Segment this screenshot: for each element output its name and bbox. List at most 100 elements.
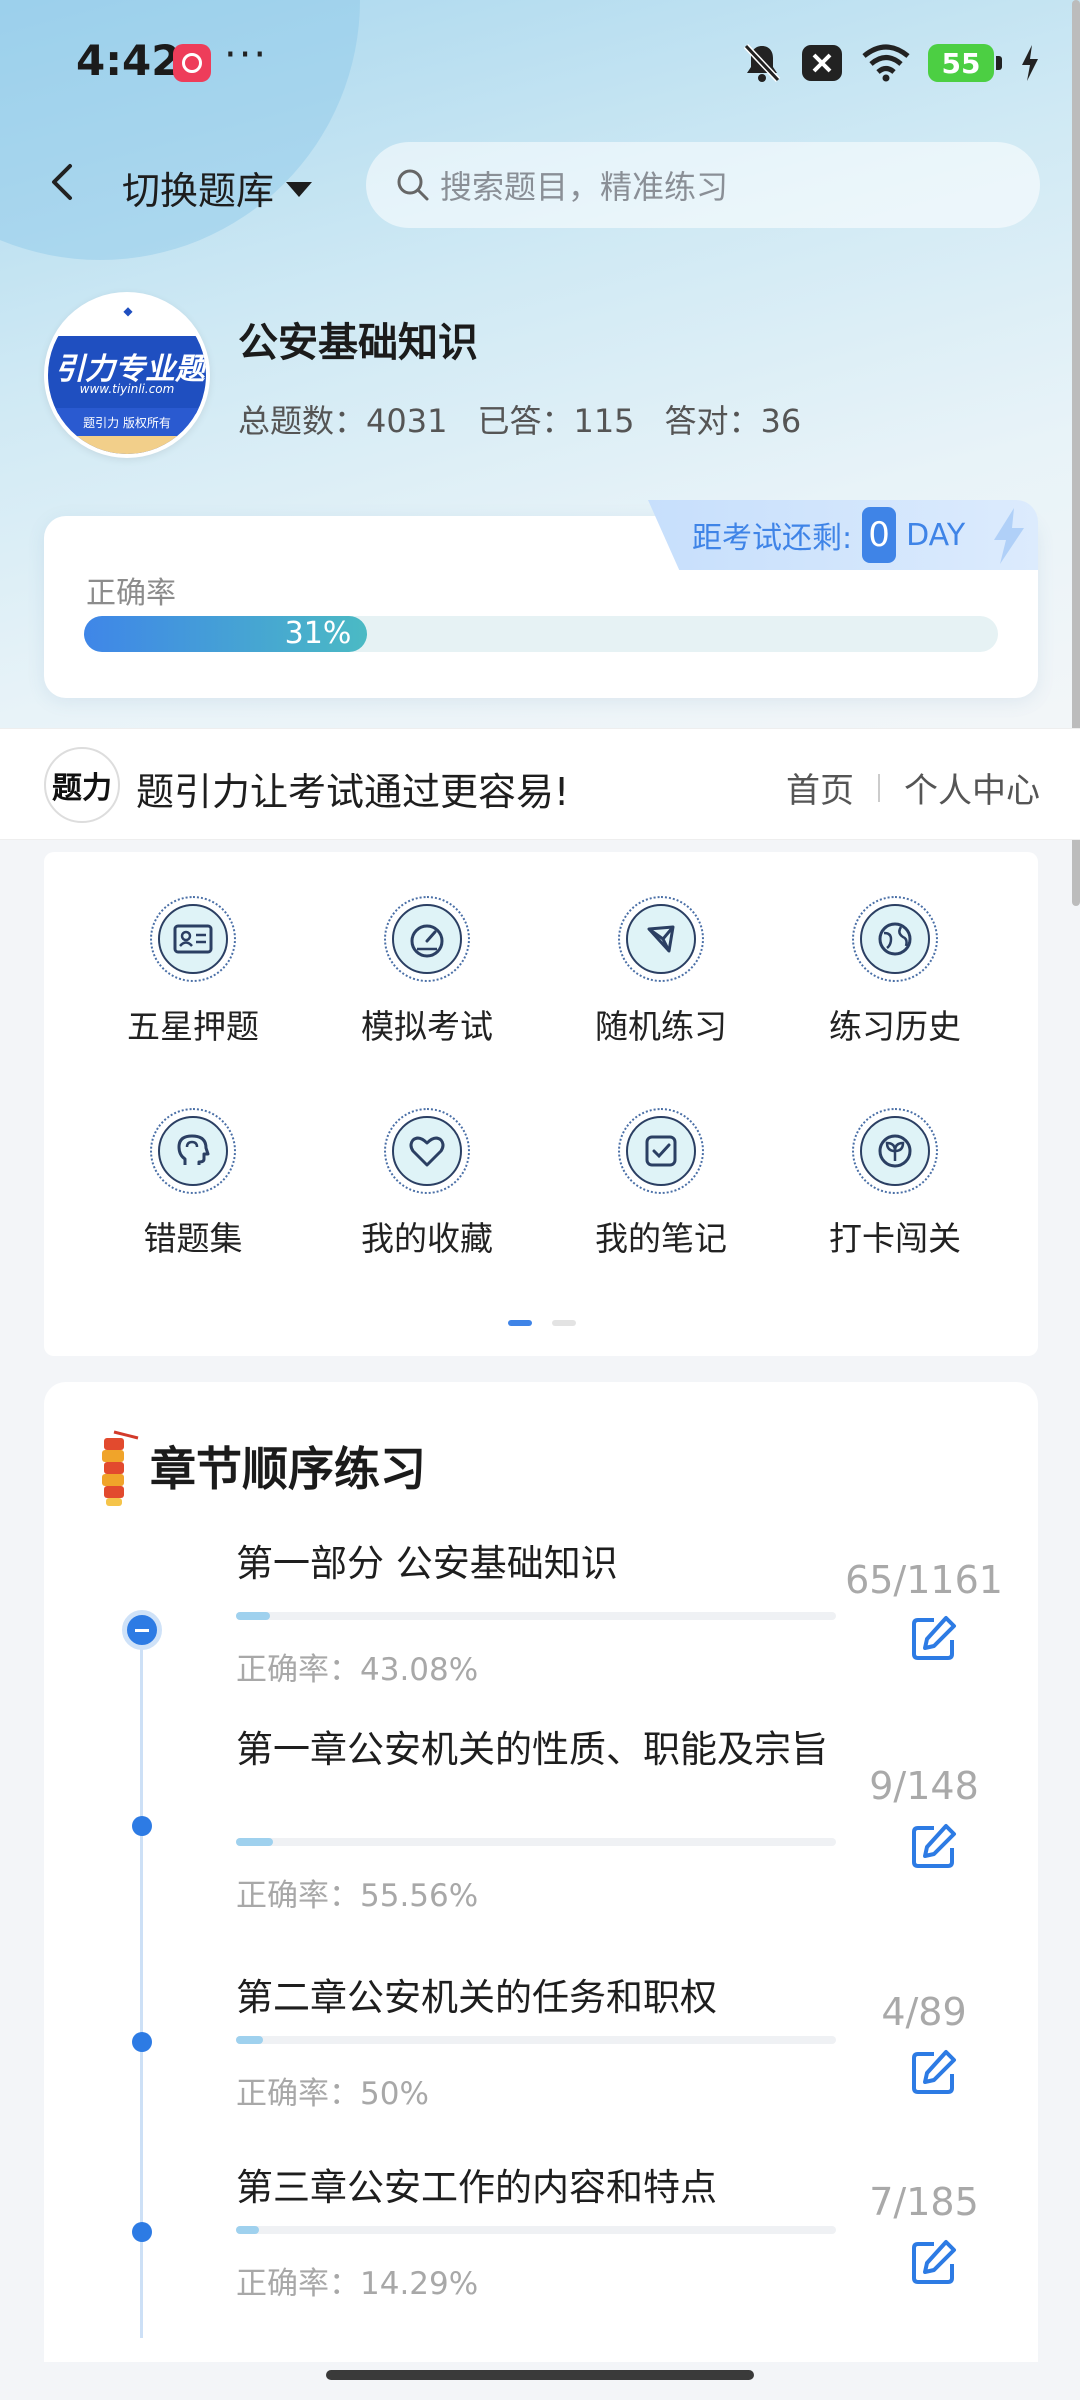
menu-item-history[interactable]: 练习历史 <box>778 896 1012 1046</box>
chapter-accuracy: 正确率：43.08% <box>236 1652 479 1688</box>
feature-grid: 五星押题 模拟考试 随机练习 练习历史 错题集 我的收藏 我的笔记 打卡闯关 <box>44 852 1038 1356</box>
chapter-accuracy: 正确率：14.29% <box>236 2266 479 2302</box>
chapter-progress-bar <box>236 1838 836 1846</box>
menu-item-label: 练习历史 <box>829 1007 961 1046</box>
chapter-count: 9/148 <box>869 1764 979 1808</box>
edit-icon[interactable] <box>908 2236 960 2288</box>
page-dot <box>552 1320 576 1326</box>
chapter-progress-bar <box>236 1612 836 1620</box>
wifi-icon <box>862 44 910 82</box>
switch-bank-button[interactable]: 切换题库 <box>122 160 313 215</box>
slogan-bar: 题力 题引力让考试通过更容易! 首页 个人中心 <box>0 728 1080 840</box>
battery-icon: 55 <box>928 44 1002 82</box>
app-notification-icon <box>173 44 211 82</box>
page-dot-active <box>508 1320 532 1326</box>
page-indicator <box>508 1320 576 1326</box>
slogan-text: 题引力让考试通过更容易! <box>136 770 570 814</box>
menu-item-five-star[interactable]: 五星押题 <box>76 896 310 1046</box>
sprout-icon <box>878 1134 912 1168</box>
chapter-name: 第二章公安机关的任务和职权 <box>236 1976 717 2019</box>
chapter-progress-fill <box>236 1838 273 1846</box>
menu-item-check-in[interactable]: 打卡闯关 <box>778 1108 1012 1258</box>
chapter-section-title: 章节顺序练习 <box>150 1442 426 1496</box>
collapse-icon[interactable] <box>122 1610 162 1650</box>
edit-icon[interactable] <box>908 1820 960 1872</box>
close-box-icon <box>802 45 842 81</box>
status-icons: 55 <box>742 38 1040 88</box>
menu-item-label: 我的笔记 <box>595 1219 727 1258</box>
correct-count: 答对：36 <box>664 402 802 440</box>
nav-divider <box>878 773 880 802</box>
countdown-days: 0 <box>862 507 897 563</box>
checklist-icon <box>645 1135 677 1167</box>
switch-bank-label: 切换题库 <box>122 169 275 213</box>
menu-item-label: 随机练习 <box>595 1007 727 1046</box>
chapter-progress-bar <box>236 2036 836 2044</box>
chapter-progress-fill <box>236 1612 270 1620</box>
nav-profile-link[interactable]: 个人中心 <box>904 763 1040 812</box>
menu-item-label: 模拟考试 <box>361 1007 493 1046</box>
menu-item-label: 我的收藏 <box>361 1219 493 1258</box>
charging-icon <box>1022 45 1038 81</box>
id-card-icon <box>173 924 213 954</box>
menu-item-label: 五星押题 <box>127 1007 259 1046</box>
answered-count: 已答：115 <box>477 402 635 440</box>
status-bar: 4:42 ··· 55 <box>0 0 1080 125</box>
countdown-label: 距考试还剩: <box>692 521 853 556</box>
chapter-progress-fill <box>236 2226 259 2234</box>
bank-stats: 总题数：4031 已答：115 答对：36 <box>238 396 801 442</box>
edit-icon[interactable] <box>908 1612 960 1664</box>
accuracy-progress-bar: 31% <box>84 616 998 652</box>
accuracy-card: 距考试还剩: 0 DAY 正确率 31% <box>44 500 1038 698</box>
menu-item-random-practice[interactable]: 随机练习 <box>544 896 778 1046</box>
menu-item-label: 打卡闯关 <box>829 1219 961 1258</box>
brand-logo-text: 题力 <box>52 771 112 806</box>
search-placeholder: 搜索题目，精准练习 <box>440 168 729 206</box>
firecracker-icon <box>102 1430 139 1506</box>
timeline-dot <box>132 2032 152 2052</box>
timeline-dot <box>132 2222 152 2242</box>
chapter-count: 7/185 <box>869 2180 979 2224</box>
menu-item-label: 错题集 <box>143 1219 243 1258</box>
accuracy-label: 正确率 <box>86 576 176 611</box>
menu-item-notes[interactable]: 我的笔记 <box>544 1108 778 1258</box>
menu-item-mock-exam[interactable]: 模拟考试 <box>310 896 544 1046</box>
chapter-name: 第三章公安工作的内容和特点 <box>236 2166 717 2209</box>
chapter-progress-bar <box>236 2226 836 2234</box>
chapter-count: 4/89 <box>881 1990 967 2034</box>
question-bank-logo: ◆ 引力专业题 www.tiyinli.com 题引力 版权所有 <box>44 292 210 458</box>
exam-countdown: 距考试还剩: 0 DAY <box>648 500 1038 570</box>
chapter-accuracy: 正确率：50% <box>236 2076 429 2112</box>
home-indicator[interactable] <box>326 2370 754 2380</box>
chapter-count: 65/1161 <box>845 1558 1003 1602</box>
top-nav: 首页 个人中心 <box>786 763 1040 812</box>
chapter-accuracy: 正确率：55.56% <box>236 1878 479 1914</box>
battery-level: 55 <box>928 44 994 82</box>
total-count: 总题数：4031 <box>238 402 448 440</box>
bell-off-icon <box>743 43 781 83</box>
countdown-unit: DAY <box>906 517 966 553</box>
bank-title: 公安基础知识 <box>238 320 478 366</box>
timeline-dot <box>132 1816 152 1836</box>
globe-icon <box>878 922 912 956</box>
accuracy-progress-fill: 31% <box>84 616 368 652</box>
logo-mark: ◆ <box>123 304 133 318</box>
chapter-practice-card: 章节顺序练习 第一部分 公安基础知识 正确率：43.08% 65/1161 第一… <box>44 1382 1038 2362</box>
search-input[interactable]: 搜索题目，精准练习 <box>366 142 1040 228</box>
search-icon <box>397 169 429 201</box>
chapter-progress-fill <box>236 2036 263 2044</box>
speedometer-icon <box>410 924 444 958</box>
accuracy-percent: 31% <box>284 616 352 651</box>
logo-url: www.tiyinli.com <box>79 382 175 396</box>
logo-copyright: 题引力 版权所有 <box>83 416 171 430</box>
nav-home-link[interactable]: 首页 <box>786 763 854 812</box>
more-notifications-icon: ··· <box>224 32 269 78</box>
chapter-name: 第一部分 公安基础知识 <box>236 1542 618 1585</box>
brand-logo: 题力 <box>44 747 120 823</box>
head-icon <box>177 1134 210 1165</box>
status-time: 4:42 <box>76 36 181 85</box>
menu-item-favorites[interactable]: 我的收藏 <box>310 1108 544 1258</box>
edit-icon[interactable] <box>908 2046 960 2098</box>
back-arrow-icon[interactable] <box>40 158 88 206</box>
menu-item-wrong-questions[interactable]: 错题集 <box>76 1108 310 1258</box>
